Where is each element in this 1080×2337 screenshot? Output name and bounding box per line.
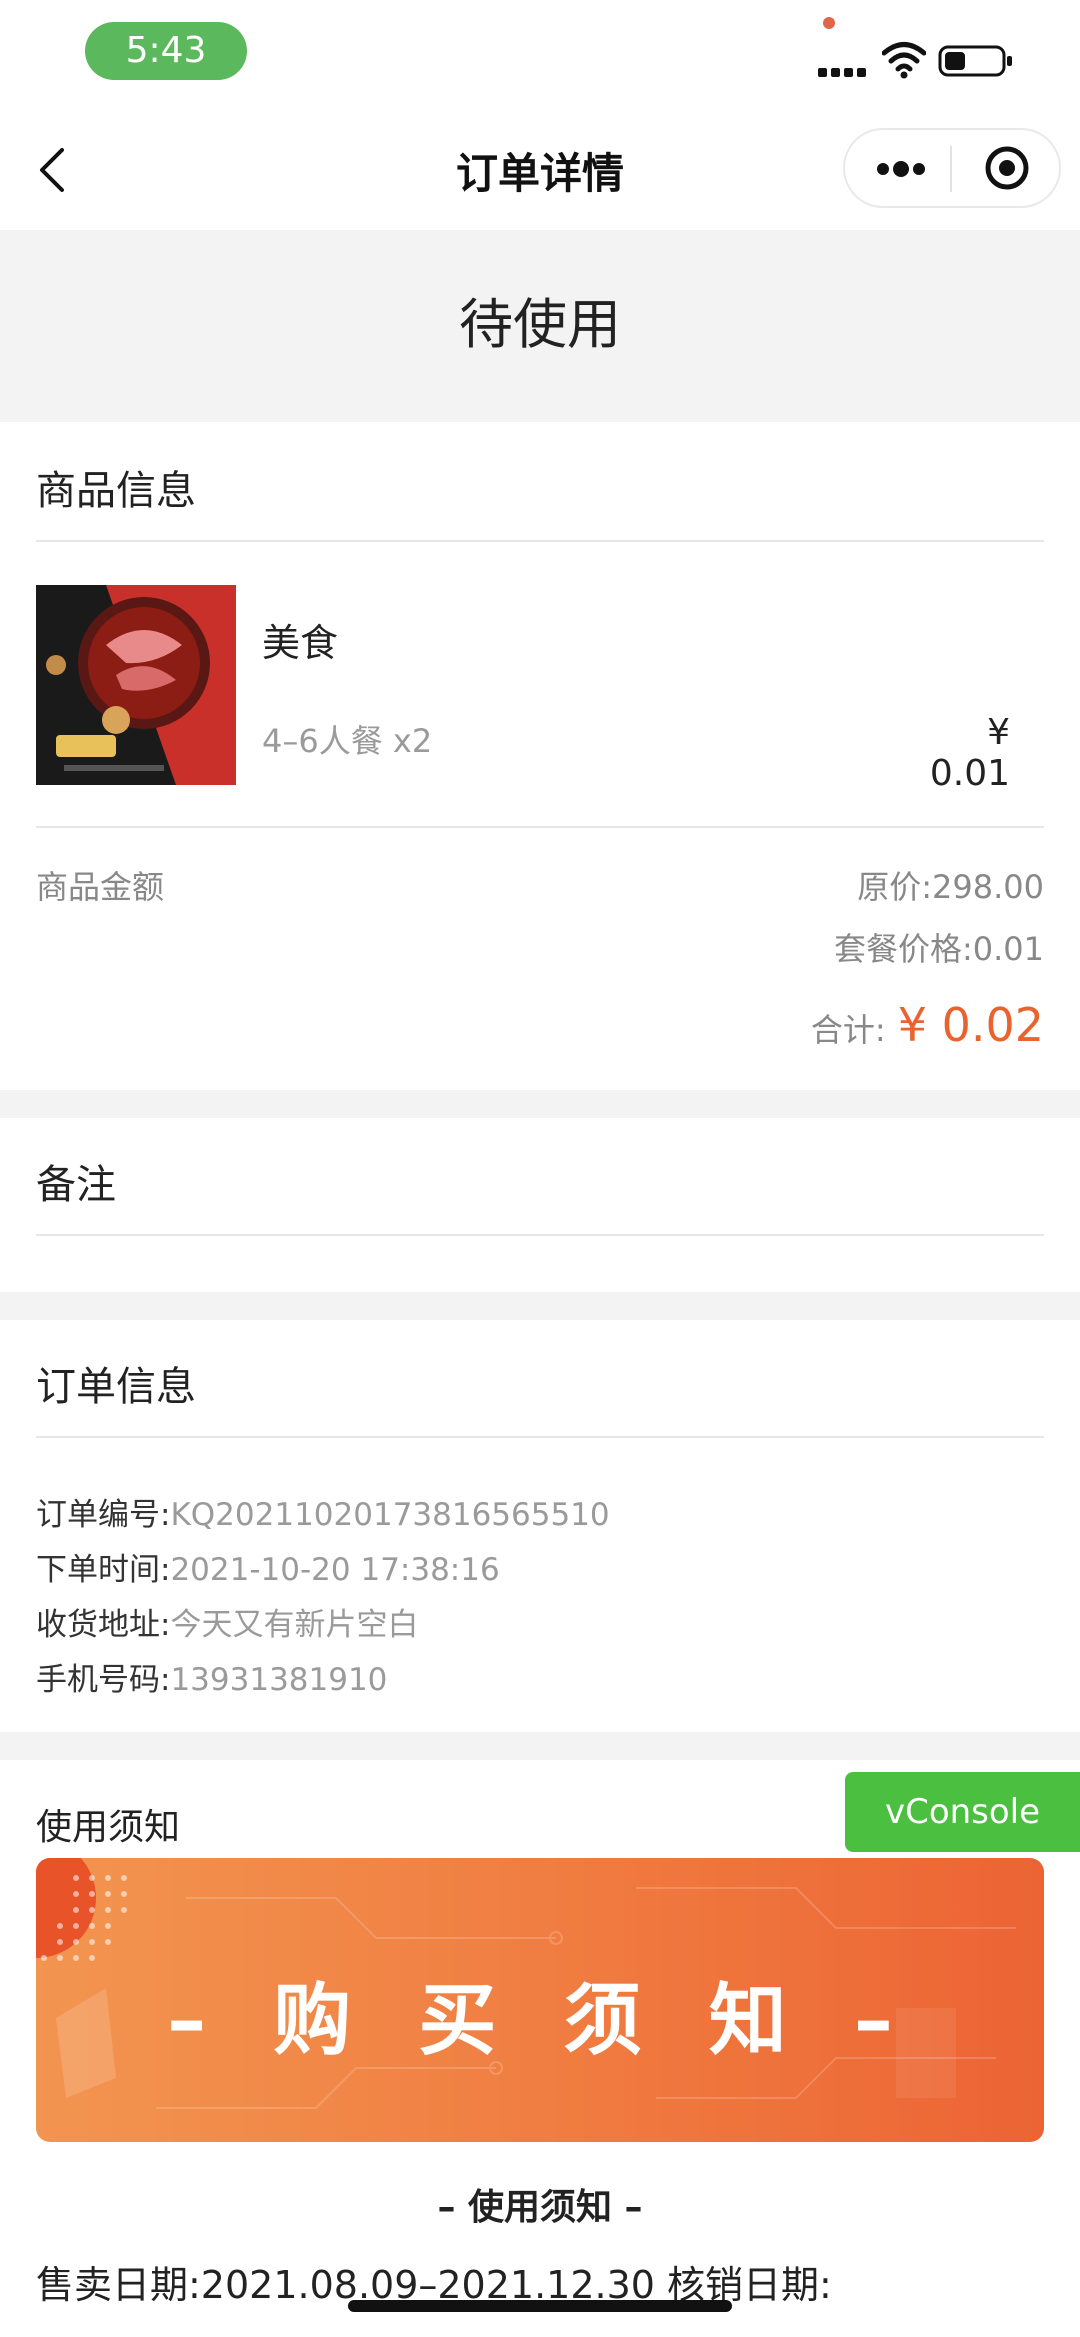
package-price-value: 0.01 [972, 930, 1044, 968]
order-time-label: 下单时间: [36, 1552, 171, 1588]
package-price-label: 套餐价格: [833, 930, 973, 968]
total-label: 合计: [810, 1011, 886, 1049]
purchase-notice-banner: – 购 买 须 知 – [36, 1858, 1044, 2142]
divider [36, 540, 1044, 542]
product-spec: 4–6人餐 x2 [262, 722, 433, 760]
section-gap [0, 1292, 1080, 1320]
banner-heading: – 购 买 须 知 – [167, 1976, 913, 2066]
order-number-value: KQ20211020173816565510 [170, 1497, 610, 1533]
total-price: 合计: ¥ 0.02 [600, 998, 1044, 1052]
wifi-icon [881, 40, 927, 84]
phone-label: 手机号码: [36, 1662, 171, 1698]
divider [36, 1436, 1044, 1438]
home-indicator [348, 2300, 732, 2312]
product-thumbnail[interactable] [36, 585, 236, 785]
amount-label: 商品金额 [36, 868, 165, 906]
address-value: 今天又有新片空白 [170, 1607, 419, 1643]
product-price: ¥ 0.01 [929, 712, 1010, 794]
phone-value: 13931381910 [170, 1662, 388, 1698]
divider [36, 826, 1044, 828]
original-price-label: 原价: [857, 868, 933, 906]
original-price: 原价:298.00 [600, 862, 1044, 908]
usage-title: 使用须知 [36, 1807, 181, 1848]
vconsole-button[interactable]: vConsole [845, 1772, 1080, 1852]
package-price: 套餐价格:0.01 [600, 924, 1044, 970]
close-miniprogram-icon[interactable] [984, 145, 1030, 195]
capsule-divider [950, 146, 952, 192]
battery-icon [938, 44, 1014, 82]
recording-indicator [823, 17, 835, 29]
original-price-value: 298.00 [932, 868, 1044, 906]
product-section-title: 商品信息 [36, 468, 196, 514]
signal-icon [818, 42, 870, 86]
status-time: 5:43 [85, 22, 247, 80]
order-info-title: 订单信息 [36, 1364, 196, 1410]
section-gap [0, 1090, 1080, 1118]
section-gap [0, 1732, 1080, 1760]
order-status: 待使用 [459, 293, 621, 356]
order-info-row-phone: 手机号码:13931381910 [36, 1653, 610, 1708]
product-name: 美食 [262, 621, 339, 665]
divider [36, 1234, 1044, 1236]
remark-title: 备注 [36, 1162, 116, 1208]
order-info-row-address: 收货地址:今天又有新片空白 [36, 1598, 610, 1653]
order-number-label: 订单编号: [36, 1497, 171, 1533]
order-info-list: 订单编号:KQ20211020173816565510 下单时间:2021-10… [36, 1488, 610, 1708]
usage-subheading: – 使用须知 – [437, 2187, 643, 2228]
order-time-value: 2021-10-20 17:38:16 [170, 1552, 500, 1588]
order-info-row-number: 订单编号:KQ20211020173816565510 [36, 1488, 610, 1543]
order-info-row-time: 下单时间:2021-10-20 17:38:16 [36, 1543, 610, 1598]
total-value: ¥ 0.02 [897, 998, 1044, 1052]
more-icon[interactable] [875, 156, 927, 186]
address-label: 收货地址: [36, 1607, 171, 1643]
